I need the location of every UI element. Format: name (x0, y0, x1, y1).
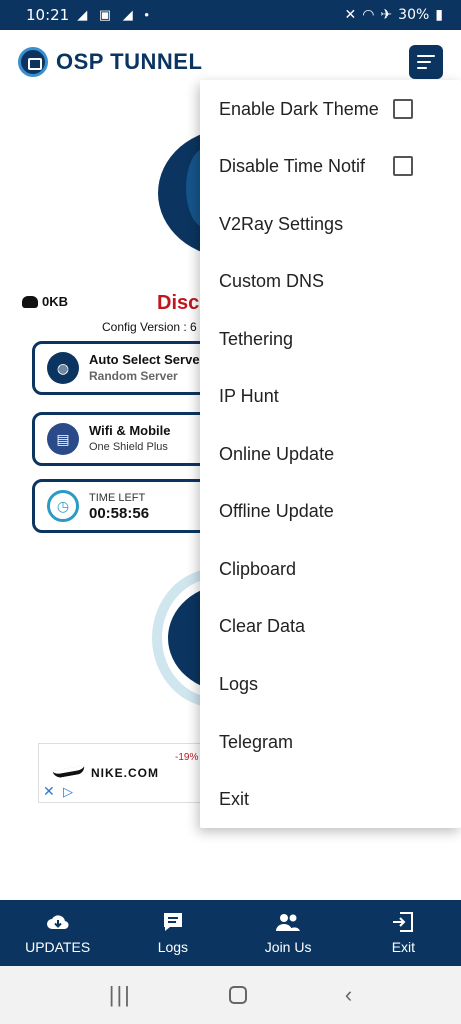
menu-item-clipboard[interactable]: Clipboard (200, 541, 461, 598)
cloud-download-icon (46, 915, 69, 930)
airplane-icon: ✈ (380, 7, 393, 23)
network-payload-icon: ▤ (47, 423, 79, 455)
clock-icon: ◷ (47, 490, 79, 522)
status-time: 10:21 (26, 6, 70, 24)
nav-label: UPDATES (25, 939, 91, 955)
battery-icon: ▮ (435, 7, 443, 23)
nav-label: Logs (157, 939, 189, 955)
ad-brand: NIKE.COM (91, 766, 159, 780)
nav-updates[interactable]: UPDATES (0, 900, 115, 966)
menu-item-label: Online Update (219, 444, 335, 464)
connection-status: Disc (157, 292, 200, 314)
menu-item-label: Exit (219, 789, 250, 809)
cloud-icon (22, 295, 38, 308)
menu-item-tethering[interactable]: Tethering (200, 311, 461, 368)
menu-item-online-update[interactable]: Online Update (200, 426, 461, 483)
menu-item-label: Telegram (219, 732, 294, 752)
menu-item-clear-data[interactable]: Clear Data (200, 598, 461, 655)
app-title: OSP TUNNEL (56, 49, 203, 74)
time-notif-checkbox[interactable] (393, 156, 413, 176)
nike-logo-icon (52, 765, 86, 779)
menu-item-label: Disable Time Notif (219, 156, 366, 176)
ad-close-icon[interactable]: ✕ (43, 783, 55, 800)
timer-label: TIME LEFT (89, 492, 146, 504)
menu-item-logs[interactable]: Logs (200, 656, 461, 713)
menu-item-label: Clipboard (219, 559, 297, 579)
app-logo-icon (18, 47, 48, 77)
network-title: Wifi & Mobile (89, 423, 171, 438)
menu-item-label: V2Ray Settings (219, 214, 344, 234)
wifi-icon: ◠ (362, 7, 375, 23)
network-card[interactable]: ▤ Wifi & Mobile One Shield Plus (32, 412, 222, 466)
menu-item-custom-dns[interactable]: Custom DNS (200, 253, 461, 310)
back-icon[interactable]: ‹ (345, 982, 352, 1008)
group-icon (276, 914, 301, 931)
ad-banner[interactable]: NIKE.COM -19% ✕ ▷ (38, 743, 203, 803)
menu-item-ip-hunt[interactable]: IP Hunt (200, 368, 461, 425)
home-icon[interactable] (229, 986, 248, 1004)
dark-theme-checkbox[interactable] (393, 99, 413, 119)
timer-card: ◷ TIME LEFT 00:58:56 (32, 479, 222, 533)
battery-percent: 30% (398, 7, 430, 23)
menu-item-label: Custom DNS (219, 271, 325, 291)
menu-item-telegram[interactable]: Telegram (200, 714, 461, 771)
menu-item-label: IP Hunt (219, 386, 279, 406)
menu-item-v2ray-settings[interactable]: V2Ray Settings (200, 196, 461, 253)
menu-item-exit[interactable]: Exit (200, 771, 461, 828)
menu-item-label: Tethering (219, 329, 294, 349)
status-bar: 10:21 ◢ ▣ ◢ • ✕ ◠ ✈ 30% ▮ (0, 0, 461, 30)
network-subtitle: One Shield Plus (89, 441, 168, 453)
menu-button[interactable] (409, 45, 443, 79)
message-icon (163, 913, 182, 931)
data-usage: 0KB (22, 294, 68, 309)
menu-item-label: Offline Update (219, 501, 334, 521)
timer-value: 00:58:56 (89, 505, 150, 522)
ad-choices-icon[interactable]: ▷ (63, 784, 73, 800)
nav-label: Exit (391, 939, 416, 955)
nav-exit[interactable]: Exit (346, 900, 461, 966)
globe-icon: ◍ (47, 352, 79, 384)
menu-item-label: Enable Dark Theme (219, 99, 379, 119)
bottom-nav: UPDATES Logs Join Us Exit (0, 900, 461, 966)
exit-icon (393, 912, 414, 932)
overflow-menu: Enable Dark Theme Disable Time Notif V2R… (200, 80, 461, 828)
menu-item-offline-update[interactable]: Offline Update (200, 483, 461, 540)
menu-item-dark-theme[interactable]: Enable Dark Theme (200, 81, 461, 138)
menu-item-label: Clear Data (219, 616, 306, 636)
ad-discount: -19% (175, 752, 199, 763)
server-subtitle: Random Server (89, 369, 178, 383)
nav-logs[interactable]: Logs (115, 900, 230, 966)
menu-item-disable-time-notif[interactable]: Disable Time Notif (200, 138, 461, 195)
status-right: ✕ ◠ ✈ 30% ▮ (344, 7, 443, 23)
notification-icons: ◢ ▣ ◢ • (77, 7, 153, 22)
server-select-card[interactable]: ◍ Auto Select Serve Random Server (32, 341, 222, 395)
nav-join-us[interactable]: Join Us (231, 900, 346, 966)
nav-label: Join Us (264, 939, 312, 955)
mute-icon: ✕ (344, 7, 357, 23)
config-version: Config Version : 6 (102, 320, 197, 334)
menu-item-label: Logs (219, 674, 259, 694)
data-usage-value: 0KB (42, 294, 69, 309)
recents-icon[interactable]: ||| (109, 982, 132, 1008)
server-title: Auto Select Serve (89, 352, 200, 367)
system-nav-bar: ||| ‹ (0, 966, 461, 1024)
